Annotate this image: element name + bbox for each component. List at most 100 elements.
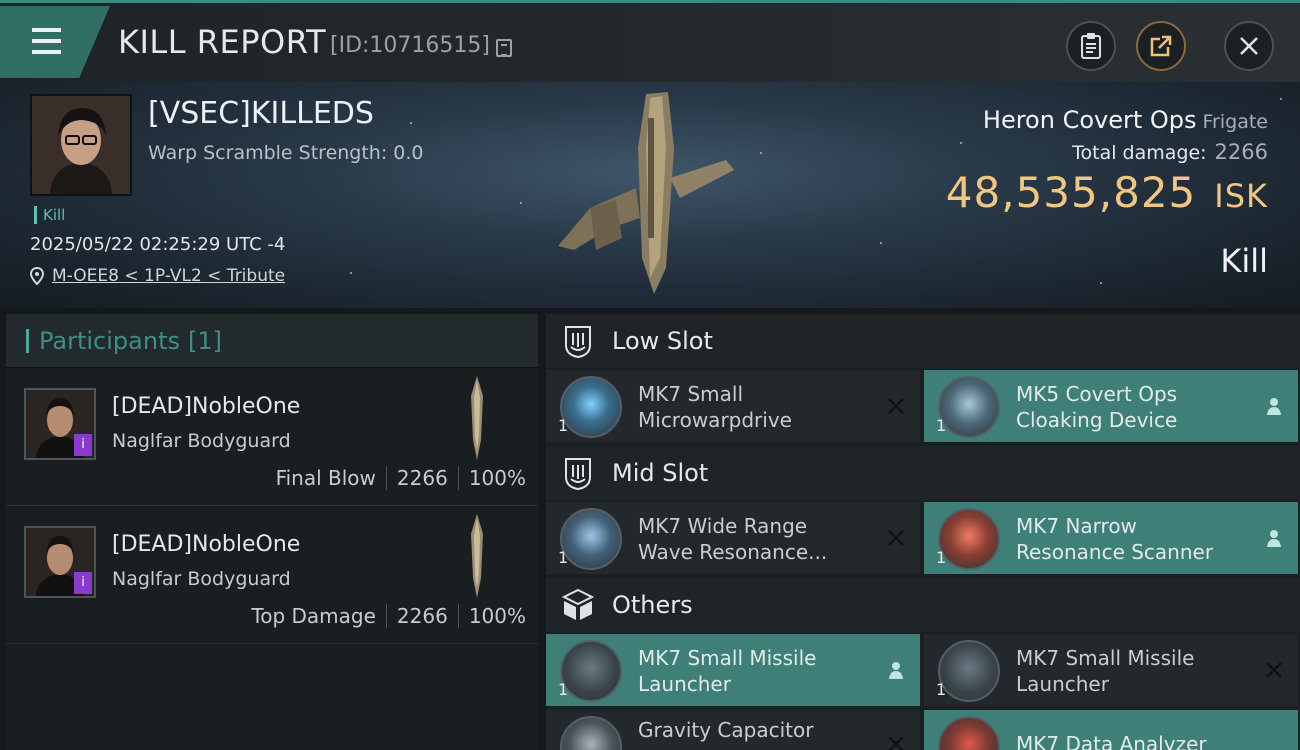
data-analyzer-icon <box>938 716 1000 750</box>
dropped-person-icon <box>1267 530 1281 547</box>
section-others: Others <box>546 578 1300 632</box>
module-name-line2: Resonance Scanner <box>1016 540 1214 564</box>
module-quantity: 1 <box>558 416 569 435</box>
character-badge-icon: i <box>74 434 92 456</box>
warp-scramble-strength: Warp Scramble Strength: 0.0 <box>148 142 424 164</box>
participant-ship: Naglfar Bodyguard <box>112 430 291 452</box>
section-label: Others <box>612 591 693 619</box>
module-item[interactable]: Gravity Capacitor <box>546 710 920 750</box>
total-damage-value: 2266 <box>1214 140 1268 164</box>
module-quantity: 1 <box>558 548 569 567</box>
module-item[interactable]: 1 MK7 Small Microwarpdrive <box>546 370 920 442</box>
participant-avatar[interactable]: i <box>24 388 96 460</box>
module-quantity: 1 <box>558 680 569 699</box>
participant-row[interactable]: i [DEAD]NobleOne Naglfar Bodyguard Top D… <box>6 506 538 644</box>
module-name-line2: Launcher <box>638 672 731 696</box>
clipboard-button[interactable] <box>1066 21 1116 71</box>
result-label: Kill <box>1220 242 1268 280</box>
kill-summary-banner: [VSEC]KILLEDS Warp Scramble Strength: 0.… <box>0 82 1300 308</box>
ship-class: Frigate <box>1202 111 1268 133</box>
module-name-line1: MK7 Small Missile <box>1016 646 1195 670</box>
ship-render-image <box>558 92 734 294</box>
gravity-capacitor-icon <box>560 716 622 750</box>
section-label: Mid Slot <box>612 459 709 487</box>
destroyed-icon <box>888 398 904 414</box>
participant-percent: 100% <box>468 604 526 628</box>
module-name-line2: Launcher <box>1016 672 1109 696</box>
character-badge-icon: i <box>74 572 92 594</box>
dropped-person-icon <box>889 662 903 679</box>
share-icon <box>1150 35 1172 57</box>
report-id: [ID:10716515] <box>330 33 490 58</box>
victim-name: [VSEC]KILLEDS <box>148 96 374 131</box>
copy-icon[interactable] <box>496 39 512 57</box>
participant-ship-icon <box>471 376 483 460</box>
section-low-slot: Low Slot <box>546 314 1300 368</box>
missile-launcher-icon <box>938 640 1000 702</box>
module-item[interactable]: 1 MK7 Small Missile Launcher <box>924 634 1298 706</box>
mid-slot-icon <box>565 458 591 491</box>
module-item[interactable]: 1 MK7 Wide Range Wave Resonance... <box>546 502 920 574</box>
menu-button[interactable] <box>0 6 110 78</box>
participant-ship: Naglfar Bodyguard <box>112 568 291 590</box>
ship-name: Heron Covert Ops <box>982 106 1197 134</box>
victim-avatar-image <box>32 96 130 194</box>
participant-damage: 2266 <box>396 604 448 628</box>
participants-label: Participants <box>39 326 180 355</box>
isk-amount: 48,535,825 <box>945 168 1197 217</box>
scanner-icon <box>560 508 622 570</box>
participant-percent: 100% <box>468 466 526 490</box>
close-button[interactable] <box>1224 21 1274 71</box>
location-text: M-OEE8 < 1P-VL2 < Tribute <box>52 266 286 286</box>
module-name-line1: MK7 Data Analyzer <box>1016 732 1207 750</box>
module-name-line1: MK5 Covert Ops <box>1016 382 1178 406</box>
module-name-line2: Microwarpdrive <box>638 408 792 432</box>
missile-launcher-icon <box>560 640 622 702</box>
victim-ship: Heron Covert Ops Frigate <box>983 106 1268 134</box>
low-slot-icon <box>565 326 591 359</box>
isk-unit: ISK <box>1214 177 1268 215</box>
kill-datetime: 2025/05/22 02:25:29 UTC -4 <box>30 234 286 255</box>
top-bar: KILL REPORT [ID:10716515] <box>0 0 1300 82</box>
participant-role: Top Damage <box>251 604 376 628</box>
participants-count: [1] <box>187 326 222 355</box>
kill-tag: Kill <box>34 206 65 224</box>
cube-icon <box>561 588 595 620</box>
module-item[interactable]: 1 MK7 Narrow Resonance Scanner <box>924 502 1298 574</box>
participant-role: Final Blow <box>275 466 376 490</box>
clipboard-icon <box>1081 33 1101 59</box>
module-name-line1: MK7 Small <box>638 382 743 406</box>
module-item[interactable]: MK7 Data Analyzer <box>924 710 1298 750</box>
close-icon <box>1240 37 1258 55</box>
section-label: Low Slot <box>612 327 713 355</box>
participant-name: [DEAD]NobleOne <box>112 532 301 557</box>
module-name-line2: Cloaking Device <box>1016 408 1178 432</box>
module-quantity: 1 <box>936 416 947 435</box>
destroyed-icon <box>888 530 904 546</box>
participants-header: Participants [1] <box>6 314 538 368</box>
destroyed-icon <box>888 736 904 750</box>
participant-stats: Final Blow 2266 100% <box>276 466 526 490</box>
dropped-person-icon <box>1267 398 1281 415</box>
participants-panel: Participants [1] i [DEAD]NobleOne Naglfa… <box>6 314 538 750</box>
participant-row[interactable]: i [DEAD]NobleOne Naglfar Bodyguard Final… <box>6 368 538 506</box>
module-item[interactable]: 1 MK5 Covert Ops Cloaking Device <box>924 370 1298 442</box>
module-name-line1: MK7 Wide Range <box>638 514 808 538</box>
module-name-line1: Gravity Capacitor <box>638 718 814 742</box>
section-mid-slot: Mid Slot <box>546 446 1300 500</box>
module-name-line2: Wave Resonance... <box>638 540 828 564</box>
resonance-scanner-icon <box>938 508 1000 570</box>
share-button[interactable] <box>1136 21 1186 71</box>
total-damage-label: Total damage: <box>1072 142 1207 164</box>
kill-location-link[interactable]: M-OEE8 < 1P-VL2 < Tribute <box>30 266 285 286</box>
fitting-panel: Low Slot 1 MK7 Small Microwarpdrive 1 MK… <box>546 314 1300 750</box>
module-name-line1: MK7 Small Missile <box>638 646 817 670</box>
page-title: KILL REPORT <box>118 23 327 61</box>
module-quantity: 1 <box>936 548 947 567</box>
cloaking-device-icon <box>938 376 1000 438</box>
victim-portrait[interactable] <box>30 94 132 196</box>
participant-avatar[interactable]: i <box>24 526 96 598</box>
destroyed-icon <box>1266 662 1282 678</box>
participant-stats: Top Damage 2266 100% <box>251 604 526 628</box>
module-item[interactable]: 1 MK7 Small Missile Launcher <box>546 634 920 706</box>
